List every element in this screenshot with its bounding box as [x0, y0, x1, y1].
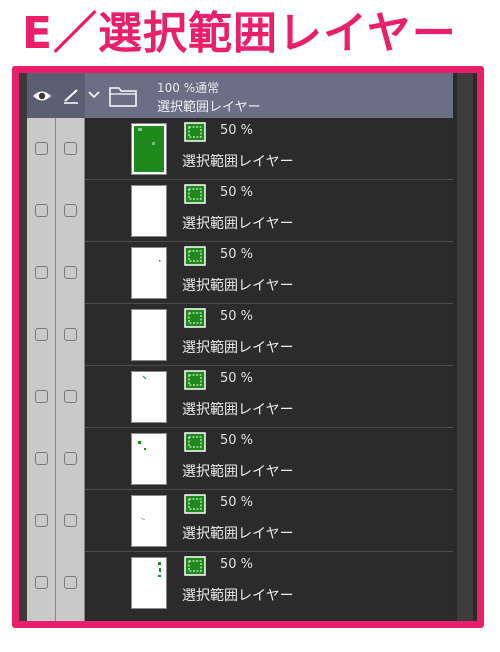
- page-title: E／選択範囲レイヤー: [22, 8, 457, 59]
- layer-name: 選択範囲レイヤー: [182, 154, 294, 170]
- layer-row[interactable]: 50 % 選択範囲レイヤー: [27, 428, 453, 490]
- layer-panel: 100 %通常 選択範囲レイヤー 50 % 選択範囲レイヤー 50 % 選択範囲…: [19, 73, 477, 621]
- layer-name: 選択範囲レイヤー: [182, 278, 294, 294]
- selection-layer-icon: [184, 494, 206, 514]
- panel-left-strip: [19, 73, 27, 621]
- layer-thumbnail: [131, 247, 167, 299]
- selection-layer-icon: [184, 370, 206, 390]
- eye-icon: [32, 91, 51, 100]
- layer-thumbnail: [131, 495, 167, 547]
- selection-layer-icon: [184, 556, 206, 576]
- visibility-checkbox[interactable]: [35, 514, 48, 527]
- pen-icon: [63, 88, 78, 104]
- layer-opacity: 50 %: [220, 185, 254, 200]
- layer-name: 選択範囲レイヤー: [182, 402, 294, 418]
- layer-opacity: 50 %: [220, 371, 254, 386]
- lock-checkbox[interactable]: [64, 328, 77, 341]
- folder-visibility-toggle[interactable]: [27, 73, 56, 118]
- layer-row[interactable]: 50 % 選択範囲レイヤー: [27, 366, 453, 428]
- visibility-checkbox[interactable]: [35, 142, 48, 155]
- layer-row[interactable]: 50 % 選択範囲レイヤー: [27, 490, 453, 552]
- layer-thumbnail: [131, 309, 167, 361]
- layer-thumbnail: [131, 557, 167, 609]
- folder-blend-mode: 100 %通常: [157, 81, 220, 95]
- visibility-checkbox[interactable]: [35, 266, 48, 279]
- layer-name: 選択範囲レイヤー: [182, 216, 294, 232]
- lock-checkbox[interactable]: [64, 204, 77, 217]
- layer-thumbnail: [131, 123, 167, 175]
- folder-name: 選択範囲レイヤー: [157, 100, 261, 115]
- layer-name: 選択範囲レイヤー: [182, 340, 294, 356]
- visibility-checkbox[interactable]: [35, 204, 48, 217]
- selection-layer-icon: [184, 122, 206, 142]
- lock-checkbox[interactable]: [64, 514, 77, 527]
- selection-layer-icon: [184, 184, 206, 204]
- selection-layer-icon: [184, 308, 206, 328]
- selection-layer-icon: [184, 246, 206, 266]
- layer-opacity: 50 %: [220, 123, 254, 138]
- lock-checkbox[interactable]: [64, 266, 77, 279]
- folder-layer-row[interactable]: 100 %通常 選択範囲レイヤー: [27, 73, 453, 118]
- layer-name: 選択範囲レイヤー: [182, 526, 294, 542]
- layer-row[interactable]: 50 % 選択範囲レイヤー: [27, 118, 453, 180]
- lock-checkbox[interactable]: [64, 452, 77, 465]
- layer-panel-frame: 100 %通常 選択範囲レイヤー 50 % 選択範囲レイヤー 50 % 選択範囲…: [12, 66, 484, 628]
- layer-thumbnail: [131, 371, 167, 423]
- folder-icon: [109, 87, 137, 107]
- layer-opacity: 50 %: [220, 433, 254, 448]
- layer-thumbnail: [131, 185, 167, 237]
- lock-checkbox[interactable]: [64, 576, 77, 589]
- layer-row[interactable]: 50 % 選択範囲レイヤー: [27, 552, 453, 614]
- folder-edit-toggle[interactable]: [56, 73, 85, 118]
- visibility-checkbox[interactable]: [35, 576, 48, 589]
- layer-row[interactable]: 50 % 選択範囲レイヤー: [27, 304, 453, 366]
- chevron-down-icon[interactable]: [87, 85, 101, 105]
- scrollbar-thumb[interactable]: [457, 73, 473, 621]
- selection-layer-icon: [184, 432, 206, 452]
- visibility-checkbox[interactable]: [35, 452, 48, 465]
- layer-row[interactable]: 50 % 選択範囲レイヤー: [27, 242, 453, 304]
- lock-checkbox[interactable]: [64, 390, 77, 403]
- visibility-checkbox[interactable]: [35, 328, 48, 341]
- lock-checkbox[interactable]: [64, 142, 77, 155]
- layer-opacity: 50 %: [220, 247, 254, 262]
- visibility-checkbox[interactable]: [35, 390, 48, 403]
- layer-opacity: 50 %: [220, 495, 254, 510]
- layer-name: 選択範囲レイヤー: [182, 464, 294, 480]
- layer-opacity: 50 %: [220, 557, 254, 572]
- layer-thumbnail: [131, 433, 167, 485]
- layer-name: 選択範囲レイヤー: [182, 588, 294, 604]
- layer-opacity: 50 %: [220, 309, 254, 324]
- layer-row[interactable]: 50 % 選択範囲レイヤー: [27, 180, 453, 242]
